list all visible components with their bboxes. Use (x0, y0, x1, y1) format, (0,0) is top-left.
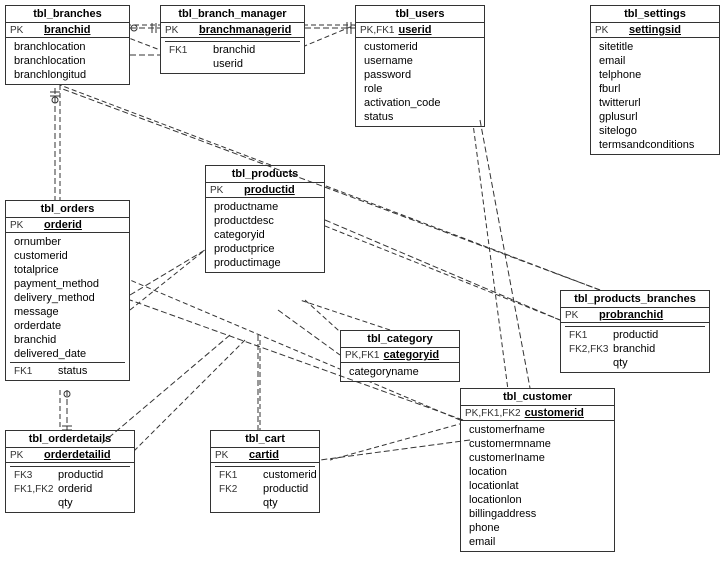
body-settings: sitetitle email telphone fburl twitterur… (591, 38, 719, 154)
row: fburl (595, 82, 715, 96)
pk-row-customer: PK,FK1,FK2 customerid (461, 406, 614, 421)
er-diagram: tbl_branches PK branchid branchlocation … (0, 0, 728, 572)
table-name-tbl-settings: tbl_settings (591, 6, 719, 23)
table-name-tbl-users: tbl_users (356, 6, 484, 23)
row: location (465, 465, 610, 479)
row: qty (565, 356, 705, 370)
row: productimage (210, 256, 320, 270)
body-category: categoryname (341, 363, 459, 381)
pk-row-category: PK,FK1 categoryid (341, 348, 459, 363)
pk-row-users: PK,FK1 userid (356, 23, 484, 38)
row: customerfname (465, 423, 610, 437)
table-tbl-users: tbl_users PK,FK1 userid customerid usern… (355, 5, 485, 127)
body-products: productname productdesc categoryid produ… (206, 198, 324, 272)
row: customerid (360, 40, 480, 54)
row: categoryname (345, 365, 455, 379)
row: FK2productid (215, 482, 315, 496)
row: password (360, 68, 480, 82)
row: orderdate (10, 319, 125, 333)
row: totalprice (10, 263, 125, 277)
body-customer: customerfname customermname customerInam… (461, 421, 614, 551)
row: twitterurl (595, 96, 715, 110)
row: status (360, 110, 480, 124)
row: activation_code (360, 96, 480, 110)
table-name-tbl-orderdetails: tbl_orderdetails (6, 431, 134, 448)
table-name-tbl-products: tbl_products (206, 166, 324, 183)
row: customerIname (465, 451, 610, 465)
row: branchlongitud (10, 68, 125, 82)
pk-row-orders: PK orderid (6, 218, 129, 233)
row: message (10, 305, 125, 319)
row: qty (215, 496, 315, 510)
row: locationlat (465, 479, 610, 493)
pk-row-cart: PK cartid (211, 448, 319, 463)
pk-row-products: PK productid (206, 183, 324, 198)
body-users: customerid username password role activa… (356, 38, 484, 126)
body-branches: branchlocation branchlocation branchlong… (6, 38, 129, 84)
table-name-tbl-branch-manager: tbl_branch_manager (161, 6, 304, 23)
row: qty (10, 496, 130, 510)
body-orders: ornumber customerid totalprice payment_m… (6, 233, 129, 380)
table-tbl-orders: tbl_orders PK orderid ornumber customeri… (5, 200, 130, 381)
row: delivery_method (10, 291, 125, 305)
row: termsandconditions (595, 138, 715, 152)
row: FK2,FK3branchid (565, 342, 705, 356)
pk-row-products-branches: PK probranchid (561, 308, 709, 323)
pk-row-settings: PK settingsid (591, 23, 719, 38)
row: FK1status (10, 364, 125, 378)
row: branchlocation (10, 54, 125, 68)
body-branch-manager: FK1branchid userid (161, 38, 304, 73)
table-name-tbl-customer: tbl_customer (461, 389, 614, 406)
row: branchlocation (10, 40, 125, 54)
row: FK1branchid (165, 43, 300, 57)
table-tbl-products: tbl_products PK productid productname pr… (205, 165, 325, 273)
row: gplusurl (595, 110, 715, 124)
row: customermname (465, 437, 610, 451)
row: customerid (10, 249, 125, 263)
row: branchid (10, 333, 125, 347)
row: productprice (210, 242, 320, 256)
table-tbl-customer: tbl_customer PK,FK1,FK2 customerid custo… (460, 388, 615, 552)
row: payment_method (10, 277, 125, 291)
row: categoryid (210, 228, 320, 242)
row: delivered_date (10, 347, 125, 361)
row: username (360, 54, 480, 68)
row: telphone (595, 68, 715, 82)
row: FK1productid (565, 328, 705, 342)
body-orderdetails: FK3productid FK1,FK2orderid qty (6, 463, 134, 512)
table-name-tbl-orders: tbl_orders (6, 201, 129, 218)
table-tbl-settings: tbl_settings PK settingsid sitetitle ema… (590, 5, 720, 155)
table-tbl-orderdetails: tbl_orderdetails PK orderdetailid FK3pro… (5, 430, 135, 513)
row: billingaddress (465, 507, 610, 521)
row: locationlon (465, 493, 610, 507)
table-tbl-products-branches: tbl_products_branches PK probranchid FK1… (560, 290, 710, 373)
table-tbl-branch-manager: tbl_branch_manager PK branchmanagerid FK… (160, 5, 305, 74)
table-tbl-cart: tbl_cart PK cartid FK1customerid FK2prod… (210, 430, 320, 513)
table-name-tbl-category: tbl_category (341, 331, 459, 348)
table-name-tbl-products-branches: tbl_products_branches (561, 291, 709, 308)
table-name-tbl-branches: tbl_branches (6, 6, 129, 23)
row: email (595, 54, 715, 68)
row: productdesc (210, 214, 320, 228)
row: userid (165, 57, 300, 71)
row: email (465, 535, 610, 549)
body-products-branches: FK1productid FK2,FK3branchid qty (561, 323, 709, 372)
table-tbl-branches: tbl_branches PK branchid branchlocation … (5, 5, 130, 85)
row: FK1customerid (215, 468, 315, 482)
row: FK3productid (10, 468, 130, 482)
pk-row-branches: PK branchid (6, 23, 129, 38)
pk-row-orderdetails: PK orderdetailid (6, 448, 134, 463)
row: role (360, 82, 480, 96)
row: phone (465, 521, 610, 535)
table-tbl-category: tbl_category PK,FK1 categoryid categoryn… (340, 330, 460, 382)
row: FK1,FK2orderid (10, 482, 130, 496)
body-cart: FK1customerid FK2productid qty (211, 463, 319, 512)
table-name-tbl-cart: tbl_cart (211, 431, 319, 448)
row: productname (210, 200, 320, 214)
row: sitetitle (595, 40, 715, 54)
row: ornumber (10, 235, 125, 249)
pk-row-branch-manager: PK branchmanagerid (161, 23, 304, 38)
row: sitelogo (595, 124, 715, 138)
